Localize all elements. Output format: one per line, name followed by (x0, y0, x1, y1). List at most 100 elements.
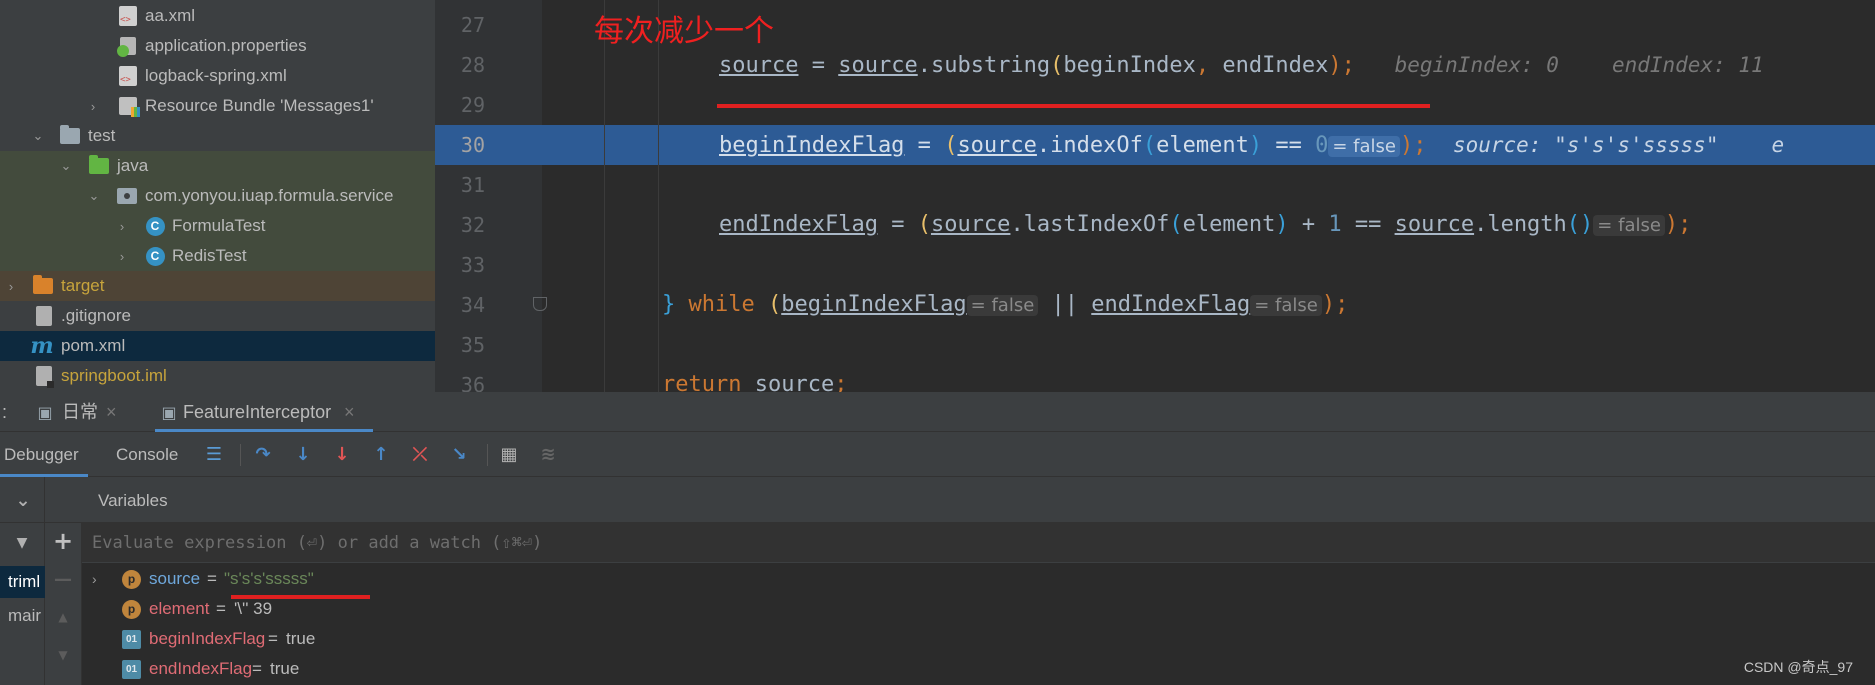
package-icon (117, 188, 137, 204)
code-token: ); (1321, 292, 1349, 317)
tab-featureinterceptor[interactable]: FeatureInterceptor (183, 392, 331, 432)
iml-file-icon (36, 366, 54, 388)
tree-item-test[interactable]: ⌄ test (0, 121, 435, 151)
inlay-hint: = false (1593, 215, 1665, 236)
tab-console[interactable]: Console (116, 432, 178, 477)
move-up-icon[interactable]: ▲ (50, 604, 76, 630)
tree-item-target[interactable]: › target (0, 271, 435, 301)
inline-debug-value: e (1771, 133, 1785, 157)
step-out-icon[interactable]: ↑ (368, 441, 394, 467)
indent-guide (658, 0, 659, 392)
watermark: CSDN @奇点_97 (1743, 659, 1853, 675)
annotation-text: 每次减少一个 (594, 14, 774, 49)
chevron-right-icon[interactable]: › (86, 99, 100, 114)
fold-marker-icon[interactable] (533, 297, 547, 311)
line-number-current: 30 (460, 133, 485, 157)
debugger-toolbar (0, 432, 1875, 477)
menu-lines-icon[interactable]: ☰ (201, 441, 227, 467)
run-to-cursor-icon[interactable]: ↘ (446, 441, 472, 467)
code-token: 1 (1328, 212, 1342, 237)
add-watch-button[interactable]: + (50, 527, 76, 555)
code-line-34[interactable]: } while (beginIndexFlag = false || endInd… (662, 285, 1348, 325)
code-token: element (1182, 212, 1276, 237)
code-token: || (1038, 292, 1092, 317)
tree-item-springboot-iml[interactable]: springboot.iml (0, 361, 435, 391)
remove-icon[interactable]: — (50, 566, 76, 592)
chevron-down-icon[interactable]: ⌄ (87, 188, 101, 203)
dropdown-arrow-icon[interactable]: ▼ (9, 530, 35, 556)
tree-item-application-properties[interactable]: application.properties (0, 31, 435, 61)
maven-icon: m (30, 333, 54, 359)
code-token: endIndexFlag (1091, 292, 1251, 317)
class-icon: C (145, 216, 165, 236)
move-down-icon[interactable]: ▼ (50, 642, 76, 668)
git-file-icon (36, 306, 52, 326)
code-token: while (675, 292, 768, 317)
tab-daily[interactable]: 日常 (62, 392, 98, 432)
chevron-down-icon[interactable]: ⌄ (31, 128, 45, 143)
code-line-32[interactable]: endIndexFlag = (source.lastIndexOf(eleme… (719, 205, 1691, 245)
tree-item-label: test (88, 126, 116, 145)
code-token: source (930, 212, 1011, 237)
tree-item-java[interactable]: ⌄ java (0, 151, 435, 181)
tree-item-label: RedisTest (172, 246, 247, 265)
parameter-icon: p (122, 570, 141, 590)
trace-icon[interactable]: ≋ (535, 441, 561, 467)
drop-frame-icon[interactable]: ⤫ (407, 441, 433, 467)
tree-item-gitignore[interactable]: .gitignore (0, 301, 435, 331)
chevron-right-icon[interactable]: › (115, 219, 129, 234)
evaluate-expression-bar[interactable]: Evaluate expression (⏎) or add a watch (… (82, 523, 1875, 563)
tree-item-label: logback-spring.xml (145, 66, 287, 85)
tree-item-aa-xml[interactable]: aa.xml (0, 1, 435, 31)
tree-item-label: application.properties (145, 36, 307, 55)
tree-item-redistest[interactable]: › C RedisTest (0, 241, 435, 271)
indent-guide (604, 0, 605, 392)
chevron-right-icon[interactable]: › (115, 249, 129, 264)
line-number: 29 (460, 93, 485, 117)
variable-value: true (286, 629, 316, 648)
line-number: 27 (460, 13, 485, 37)
inlay-hint: = false (1328, 136, 1400, 157)
step-over-icon[interactable]: ↷ (250, 441, 276, 467)
inlay-hint: = false (1250, 295, 1322, 316)
chevron-right-icon[interactable]: › (4, 279, 18, 294)
code-line-30[interactable]: beginIndexFlag = (source.indexOf(element… (719, 125, 1784, 165)
toolbar-separator (487, 444, 488, 466)
panel-divider (44, 477, 45, 523)
tab-debugger[interactable]: Debugger (4, 432, 79, 477)
line-number: 33 (460, 253, 485, 277)
tree-item-label: FormulaTest (172, 216, 266, 235)
test-source-folder-icon (89, 155, 109, 174)
chevron-down-icon[interactable]: ⌄ (59, 158, 73, 173)
step-into-icon[interactable]: ↓ (290, 441, 316, 467)
tree-item-resource-bundle[interactable]: › Resource Bundle 'Messages1' (0, 91, 435, 121)
frame-item[interactable]: triml (0, 566, 45, 598)
close-icon[interactable]: × (344, 392, 355, 432)
red-underline (717, 104, 1430, 108)
evaluate-expression-input[interactable]: Evaluate expression (⏎) or add a watch (… (92, 523, 542, 563)
inline-debug-value: endIndex: 11 (1611, 53, 1764, 77)
tree-item-label: pom.xml (61, 336, 126, 355)
code-token: ); (1328, 53, 1355, 78)
code-line-28[interactable]: source = source.substring(beginIndex, en… (719, 45, 1764, 85)
tree-item-label: com.yonyou.iuap.formula.service (145, 186, 394, 205)
tree-item-package[interactable]: ⌄ com.yonyou.iuap.formula.service (0, 181, 435, 211)
tree-item-label: Resource Bundle 'Messages1' (145, 96, 374, 115)
evaluate-expression-icon[interactable]: ▦ (496, 441, 522, 467)
tree-item-logback-spring-xml[interactable]: logback-spring.xml (0, 61, 435, 91)
line-number: 34 (460, 293, 485, 317)
chevron-right-icon[interactable]: › (92, 564, 97, 594)
variable-name: source (149, 569, 201, 588)
inline-debug-value: beginIndex: 0 (1394, 53, 1559, 77)
frame-item[interactable]: mair (0, 600, 45, 632)
tree-item-pom-xml[interactable]: m pom.xml (0, 331, 435, 361)
chevron-down-icon[interactable]: ⌄ (10, 487, 36, 513)
code-token: 0 (1315, 133, 1329, 158)
force-step-into-icon[interactable]: ↓ (329, 441, 355, 467)
code-token: beginIndexFlag (781, 292, 967, 317)
inline-debug-value: source: "s's's'sssss" (1452, 133, 1719, 157)
variable-name: beginIndexFlag (149, 629, 266, 648)
close-icon[interactable]: × (106, 392, 117, 432)
code-token: ); (1664, 212, 1692, 237)
tree-item-formulatest[interactable]: › C FormulaTest (0, 211, 435, 241)
